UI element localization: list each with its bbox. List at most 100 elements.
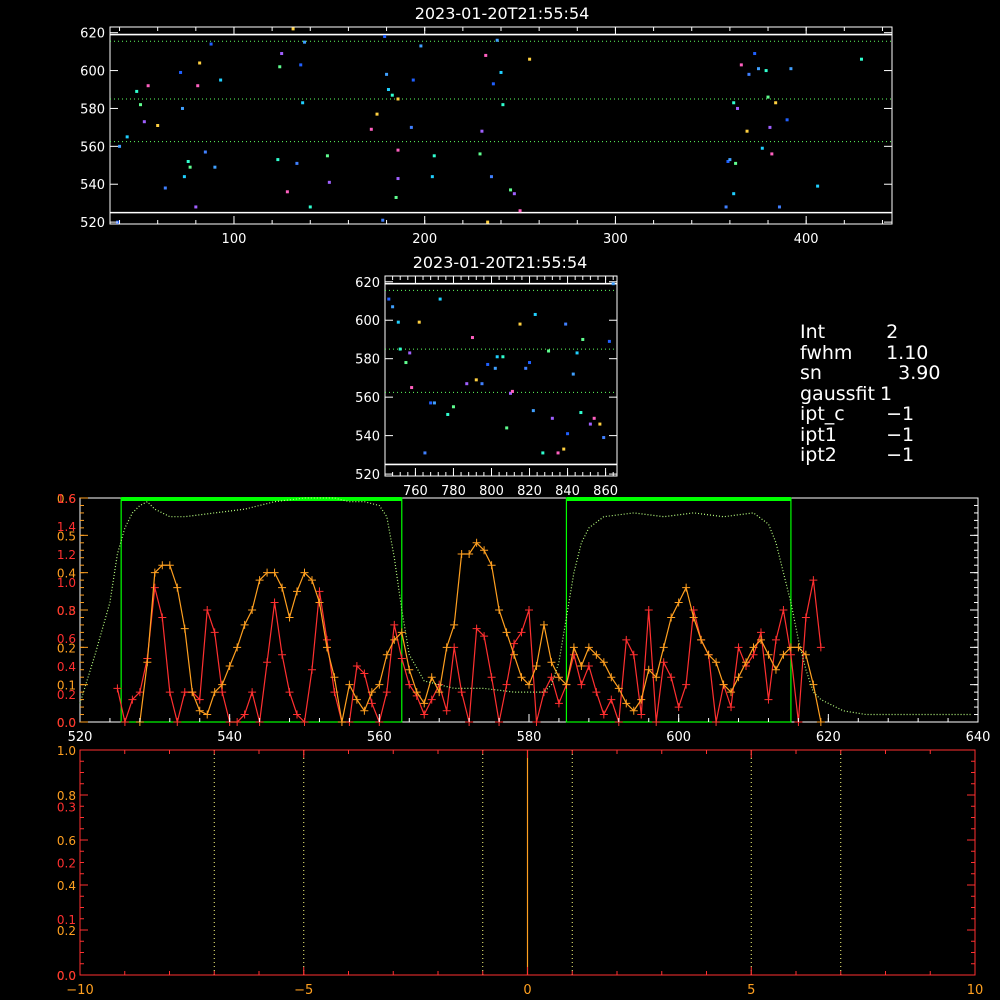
data-point: [375, 112, 379, 116]
data-point: [768, 125, 772, 129]
y-tick-label-orange: 1.0: [57, 744, 76, 758]
data-point: [579, 411, 583, 415]
data-point-marker: [315, 598, 324, 607]
x-tick-label: 840: [555, 484, 580, 499]
info-key: Int: [800, 321, 826, 343]
data-point: [499, 70, 503, 74]
data-point-marker: [525, 606, 533, 614]
data-point-marker: [629, 650, 638, 659]
data-point-marker: [337, 718, 346, 726]
data-point: [280, 52, 284, 56]
data-point-marker: [113, 684, 122, 693]
data-point: [295, 161, 299, 165]
data-point: [588, 422, 592, 426]
info-value: 3.90: [874, 362, 941, 384]
data-point: [611, 282, 615, 286]
data-point-marker: [682, 583, 691, 592]
data-point: [745, 129, 749, 133]
data-point: [432, 401, 436, 405]
data-point: [186, 159, 190, 163]
data-point: [785, 118, 789, 122]
data-point: [732, 101, 736, 105]
data-point: [501, 355, 505, 359]
data-point: [163, 186, 167, 190]
x-tick-label: −5: [294, 983, 313, 998]
data-point-marker: [764, 650, 773, 659]
x-tick-label: 580: [517, 730, 542, 745]
data-point-marker: [322, 635, 331, 644]
data-point-marker: [420, 710, 429, 719]
data-point: [528, 57, 532, 61]
data-point-marker: [779, 606, 788, 614]
x-tick-label: 520: [68, 730, 93, 745]
data-point: [396, 177, 400, 181]
data-point-marker: [322, 643, 331, 652]
data-point-marker: [584, 662, 593, 670]
data-point-marker: [293, 587, 302, 596]
data-point: [505, 426, 509, 430]
data-point: [180, 106, 184, 110]
data-point-marker: [674, 598, 683, 607]
data-point: [739, 63, 743, 67]
x-tick-label: 0: [523, 983, 531, 998]
info-value: 2: [874, 321, 899, 343]
profile-line-panel: 520 540 560 580 600 620 6400.00.10.20.30.40.50…: [57, 492, 991, 745]
info-row-sn: sn 3.90: [800, 363, 990, 384]
data-point: [451, 405, 455, 409]
data-point: [430, 175, 434, 179]
x-tick-label: 600: [666, 730, 691, 745]
data-point-marker: [307, 665, 316, 674]
data-point: [156, 124, 160, 127]
data-point-marker: [816, 718, 825, 726]
data-point: [480, 129, 484, 133]
data-point: [474, 378, 478, 382]
data-point-marker: [764, 695, 773, 704]
data-point: [531, 409, 535, 413]
data-point: [135, 89, 139, 93]
data-point: [409, 125, 413, 129]
data-point-marker: [495, 606, 504, 614]
data-point: [219, 78, 223, 82]
data-point-marker: [165, 688, 174, 697]
data-point: [396, 320, 400, 324]
data-point-marker: [622, 635, 631, 644]
data-point-marker: [502, 628, 511, 637]
data-point-marker: [809, 576, 818, 585]
x-tick-label: 540: [217, 730, 242, 745]
top-scatter-panel: 100 200 300 400 520 540 560 580 600 620: [80, 26, 893, 247]
data-point: [303, 40, 307, 44]
info-key: sn: [800, 362, 822, 384]
data-point: [760, 146, 764, 150]
data-point: [196, 84, 200, 88]
data-point: [423, 451, 427, 455]
x-tick-label: 800: [479, 484, 504, 499]
data-point: [404, 361, 408, 365]
data-point-marker: [644, 606, 653, 614]
data-point: [491, 82, 495, 86]
data-point: [391, 305, 395, 309]
data-point: [125, 135, 129, 139]
data-point-marker: [517, 628, 526, 637]
middle-scatter-panel: 760 780 800 820 840 860 520 540 560 580 600 620: [355, 275, 618, 499]
data-point: [486, 362, 490, 366]
x-tick-label: 820: [517, 484, 542, 499]
data-point: [607, 339, 611, 343]
data-point-marker: [569, 643, 578, 652]
data-point: [859, 57, 863, 61]
data-point: [327, 180, 331, 184]
y-tick-label: 520: [80, 216, 105, 231]
data-point-marker: [801, 613, 810, 622]
data-point: [533, 312, 537, 316]
data-point: [198, 61, 202, 65]
data-point-marker: [233, 643, 242, 652]
data-point: [470, 336, 474, 340]
data-point-marker: [734, 643, 743, 652]
data-point-marker: [487, 561, 496, 570]
data-point: [736, 106, 740, 110]
data-point: [419, 44, 423, 48]
data-point: [602, 436, 606, 440]
data-point: [383, 34, 387, 38]
data-point: [774, 101, 778, 105]
data-point-marker: [382, 650, 391, 659]
data-point-marker: [173, 718, 182, 726]
